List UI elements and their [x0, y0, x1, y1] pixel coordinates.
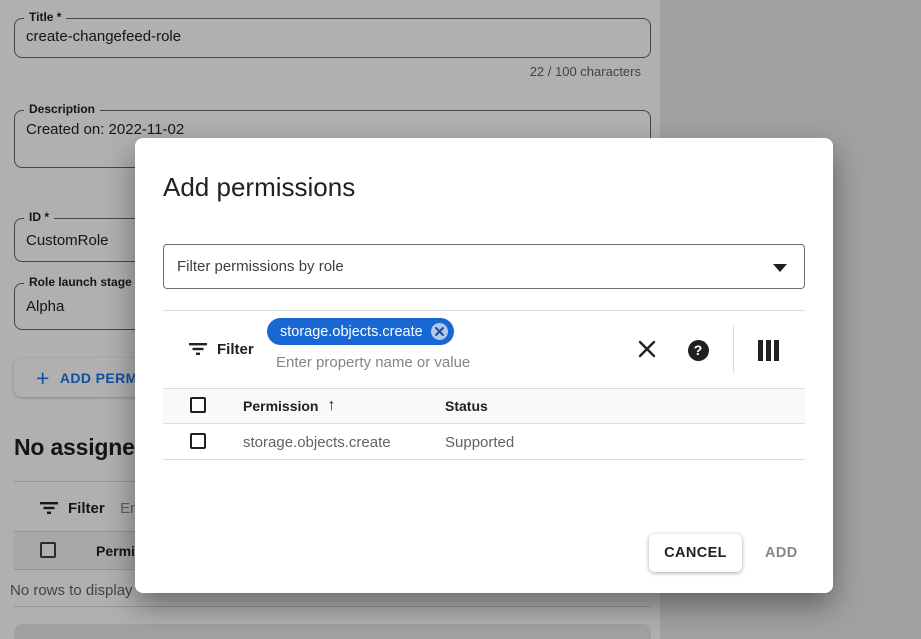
toolbar-divider — [733, 326, 734, 373]
divider — [163, 310, 805, 311]
cancel-button[interactable]: CANCEL — [649, 534, 742, 572]
column-display-icon[interactable] — [756, 338, 780, 362]
filter-chip-label: storage.objects.create — [280, 324, 423, 340]
add-permissions-dialog: Add permissions Filter permissions by ro… — [135, 138, 833, 593]
row-checkbox[interactable] — [190, 433, 206, 449]
dialog-select-all-checkbox[interactable] — [190, 397, 206, 413]
chevron-down-icon — [773, 264, 787, 272]
screen: Title * create-changefeed-role 22 / 100 … — [0, 0, 921, 639]
help-icon[interactable]: ? — [686, 338, 710, 362]
filter-chip[interactable]: storage.objects.create — [267, 318, 454, 345]
filter-permissions-by-role-select[interactable]: Filter permissions by role — [163, 244, 805, 289]
dialog-filter-label: Filter — [217, 341, 254, 358]
sort-ascending-icon: ↑ — [327, 399, 335, 413]
table-row[interactable]: storage.objects.create Supported — [163, 424, 805, 460]
role-select-placeholder: Filter permissions by role — [164, 258, 344, 275]
row-permission-cell: storage.objects.create — [243, 434, 391, 451]
row-status-cell: Supported — [445, 434, 514, 451]
dialog-column-status[interactable]: Status — [445, 398, 488, 414]
chip-remove-icon[interactable] — [431, 323, 448, 340]
filter-icon — [189, 343, 207, 355]
dialog-filter-input[interactable] — [274, 350, 608, 374]
dialog-filter-bar: Filter — [189, 335, 254, 363]
clear-filter-icon[interactable] — [635, 337, 659, 361]
dialog-column-permission[interactable]: Permission ↑ — [243, 398, 335, 414]
dialog-title: Add permissions — [163, 172, 355, 203]
add-button[interactable]: ADD — [765, 534, 798, 572]
dialog-table-header: Permission ↑ Status — [163, 388, 805, 424]
